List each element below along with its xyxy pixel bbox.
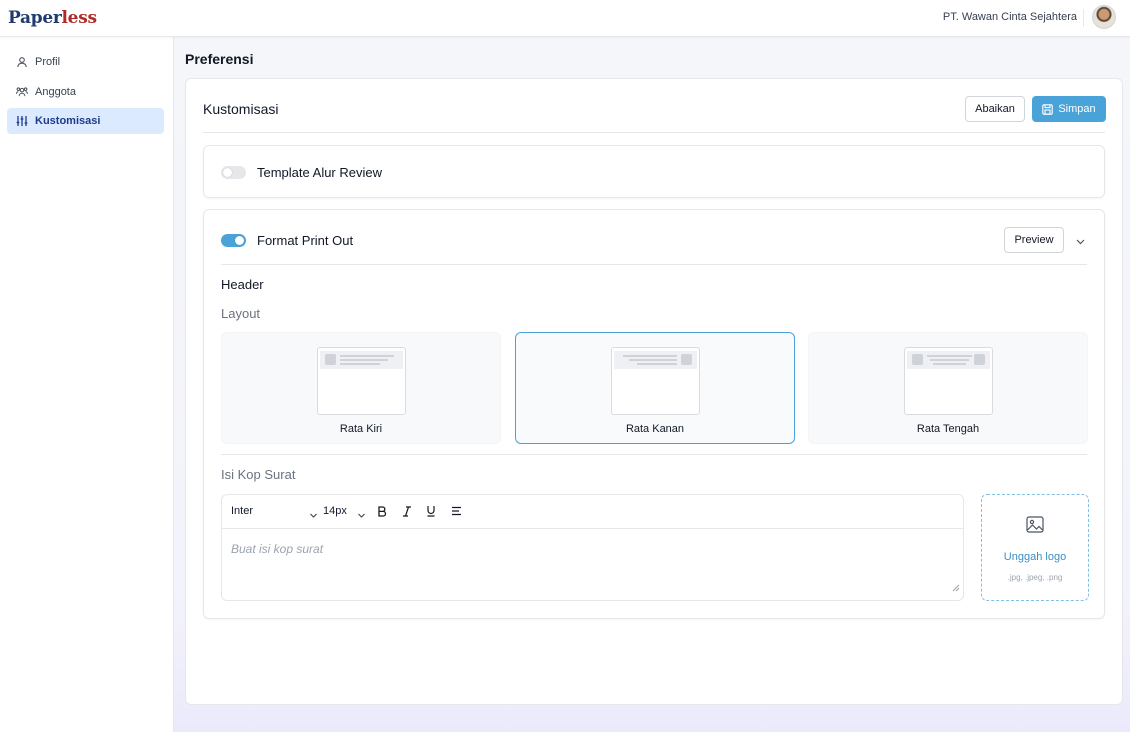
preview-button[interactable]: Preview bbox=[1004, 227, 1064, 253]
bold-icon[interactable] bbox=[375, 503, 389, 519]
print-format-label: Format Print Out bbox=[257, 233, 354, 248]
layout-thumbnail bbox=[317, 347, 406, 415]
editor-toolbar: Inter 14px bbox=[222, 495, 963, 529]
align-left-icon[interactable] bbox=[449, 503, 463, 519]
user-avatar[interactable] bbox=[1092, 5, 1116, 29]
panel-title: Kustomisasi bbox=[203, 101, 279, 117]
font-size-select[interactable]: 14px bbox=[323, 505, 347, 517]
layout-heading: Layout bbox=[221, 306, 261, 321]
header-divider bbox=[1083, 9, 1084, 27]
underline-icon[interactable] bbox=[424, 503, 438, 519]
chevron-down-icon[interactable] bbox=[1075, 234, 1086, 252]
page-title: Preferensi bbox=[185, 51, 254, 67]
app-logo[interactable]: Paperless bbox=[8, 8, 97, 28]
editor-placeholder[interactable]: Buat isi kop surat bbox=[231, 542, 323, 556]
layout-thumbnail bbox=[611, 347, 700, 415]
upload-logo-label: Unggah logo bbox=[1003, 551, 1067, 563]
italic-icon[interactable] bbox=[400, 503, 414, 519]
panel-divider bbox=[203, 132, 1105, 133]
main-content: Preferensi Kustomisasi Abaikan Simpan Te… bbox=[174, 37, 1130, 732]
save-icon bbox=[1042, 103, 1054, 115]
kop-surat-heading: Isi Kop Surat bbox=[221, 467, 296, 482]
user-icon bbox=[16, 56, 28, 68]
chevron-down-icon[interactable] bbox=[357, 507, 366, 525]
layout-option-rata-kanan[interactable]: Rata Kanan bbox=[515, 332, 795, 444]
card-divider bbox=[221, 264, 1087, 265]
layout-option-label: Rata Kanan bbox=[625, 423, 685, 435]
template-review-label: Template Alur Review bbox=[257, 165, 382, 180]
layout-thumbnail bbox=[904, 347, 993, 415]
print-format-card: Format Print Out Preview Header Layout R… bbox=[203, 209, 1105, 619]
image-icon bbox=[1026, 516, 1044, 538]
header-section-title: Header bbox=[221, 277, 264, 292]
cancel-button[interactable]: Abaikan bbox=[965, 96, 1025, 122]
layout-option-label: Rata Tengah bbox=[916, 423, 980, 435]
top-bar: Paperless PT. Wawan Cinta Sejahtera bbox=[0, 0, 1130, 37]
logo-text-part2: less bbox=[61, 8, 98, 28]
section-divider bbox=[221, 454, 1087, 455]
sidebar-item-label: Kustomisasi bbox=[35, 115, 101, 127]
layout-option-rata-tengah[interactable]: Rata Tengah bbox=[808, 332, 1088, 444]
sidebar-item-anggota[interactable]: Anggota bbox=[7, 79, 164, 105]
customization-panel: Kustomisasi Abaikan Simpan Template Alur… bbox=[185, 78, 1123, 705]
layout-option-label: Rata Kiri bbox=[339, 423, 383, 435]
company-name: PT. Wawan Cinta Sejahtera bbox=[942, 11, 1077, 23]
save-button[interactable]: Simpan bbox=[1032, 96, 1106, 122]
template-review-toggle[interactable] bbox=[221, 166, 246, 179]
print-format-toggle[interactable] bbox=[221, 234, 246, 247]
upload-logo-dropzone[interactable]: Unggah logo .jpg, .jpeg, .png bbox=[981, 494, 1089, 601]
chevron-down-icon[interactable] bbox=[309, 507, 318, 525]
sidebar-item-label: Anggota bbox=[35, 86, 76, 98]
kop-surat-editor: Inter 14px Buat isi kop surat bbox=[221, 494, 964, 601]
sliders-icon bbox=[16, 115, 28, 127]
users-icon bbox=[16, 86, 28, 98]
upload-file-types: .jpg, .jpeg, .png bbox=[1007, 573, 1063, 582]
sidebar-item-profil[interactable]: Profil bbox=[7, 49, 164, 75]
template-review-card: Template Alur Review bbox=[203, 145, 1105, 198]
logo-text-part1: Paper bbox=[8, 8, 62, 28]
resize-handle-icon[interactable] bbox=[952, 579, 960, 597]
layout-option-rata-kiri[interactable]: Rata Kiri bbox=[221, 332, 501, 444]
toggle-knob bbox=[223, 168, 232, 177]
sidebar: Profil Anggota Kustomisasi bbox=[0, 37, 174, 732]
font-family-select[interactable]: Inter bbox=[231, 505, 253, 517]
save-button-label: Simpan bbox=[1058, 103, 1096, 115]
toggle-knob bbox=[235, 236, 244, 245]
sidebar-item-kustomisasi[interactable]: Kustomisasi bbox=[7, 108, 164, 134]
sidebar-item-label: Profil bbox=[35, 56, 61, 68]
